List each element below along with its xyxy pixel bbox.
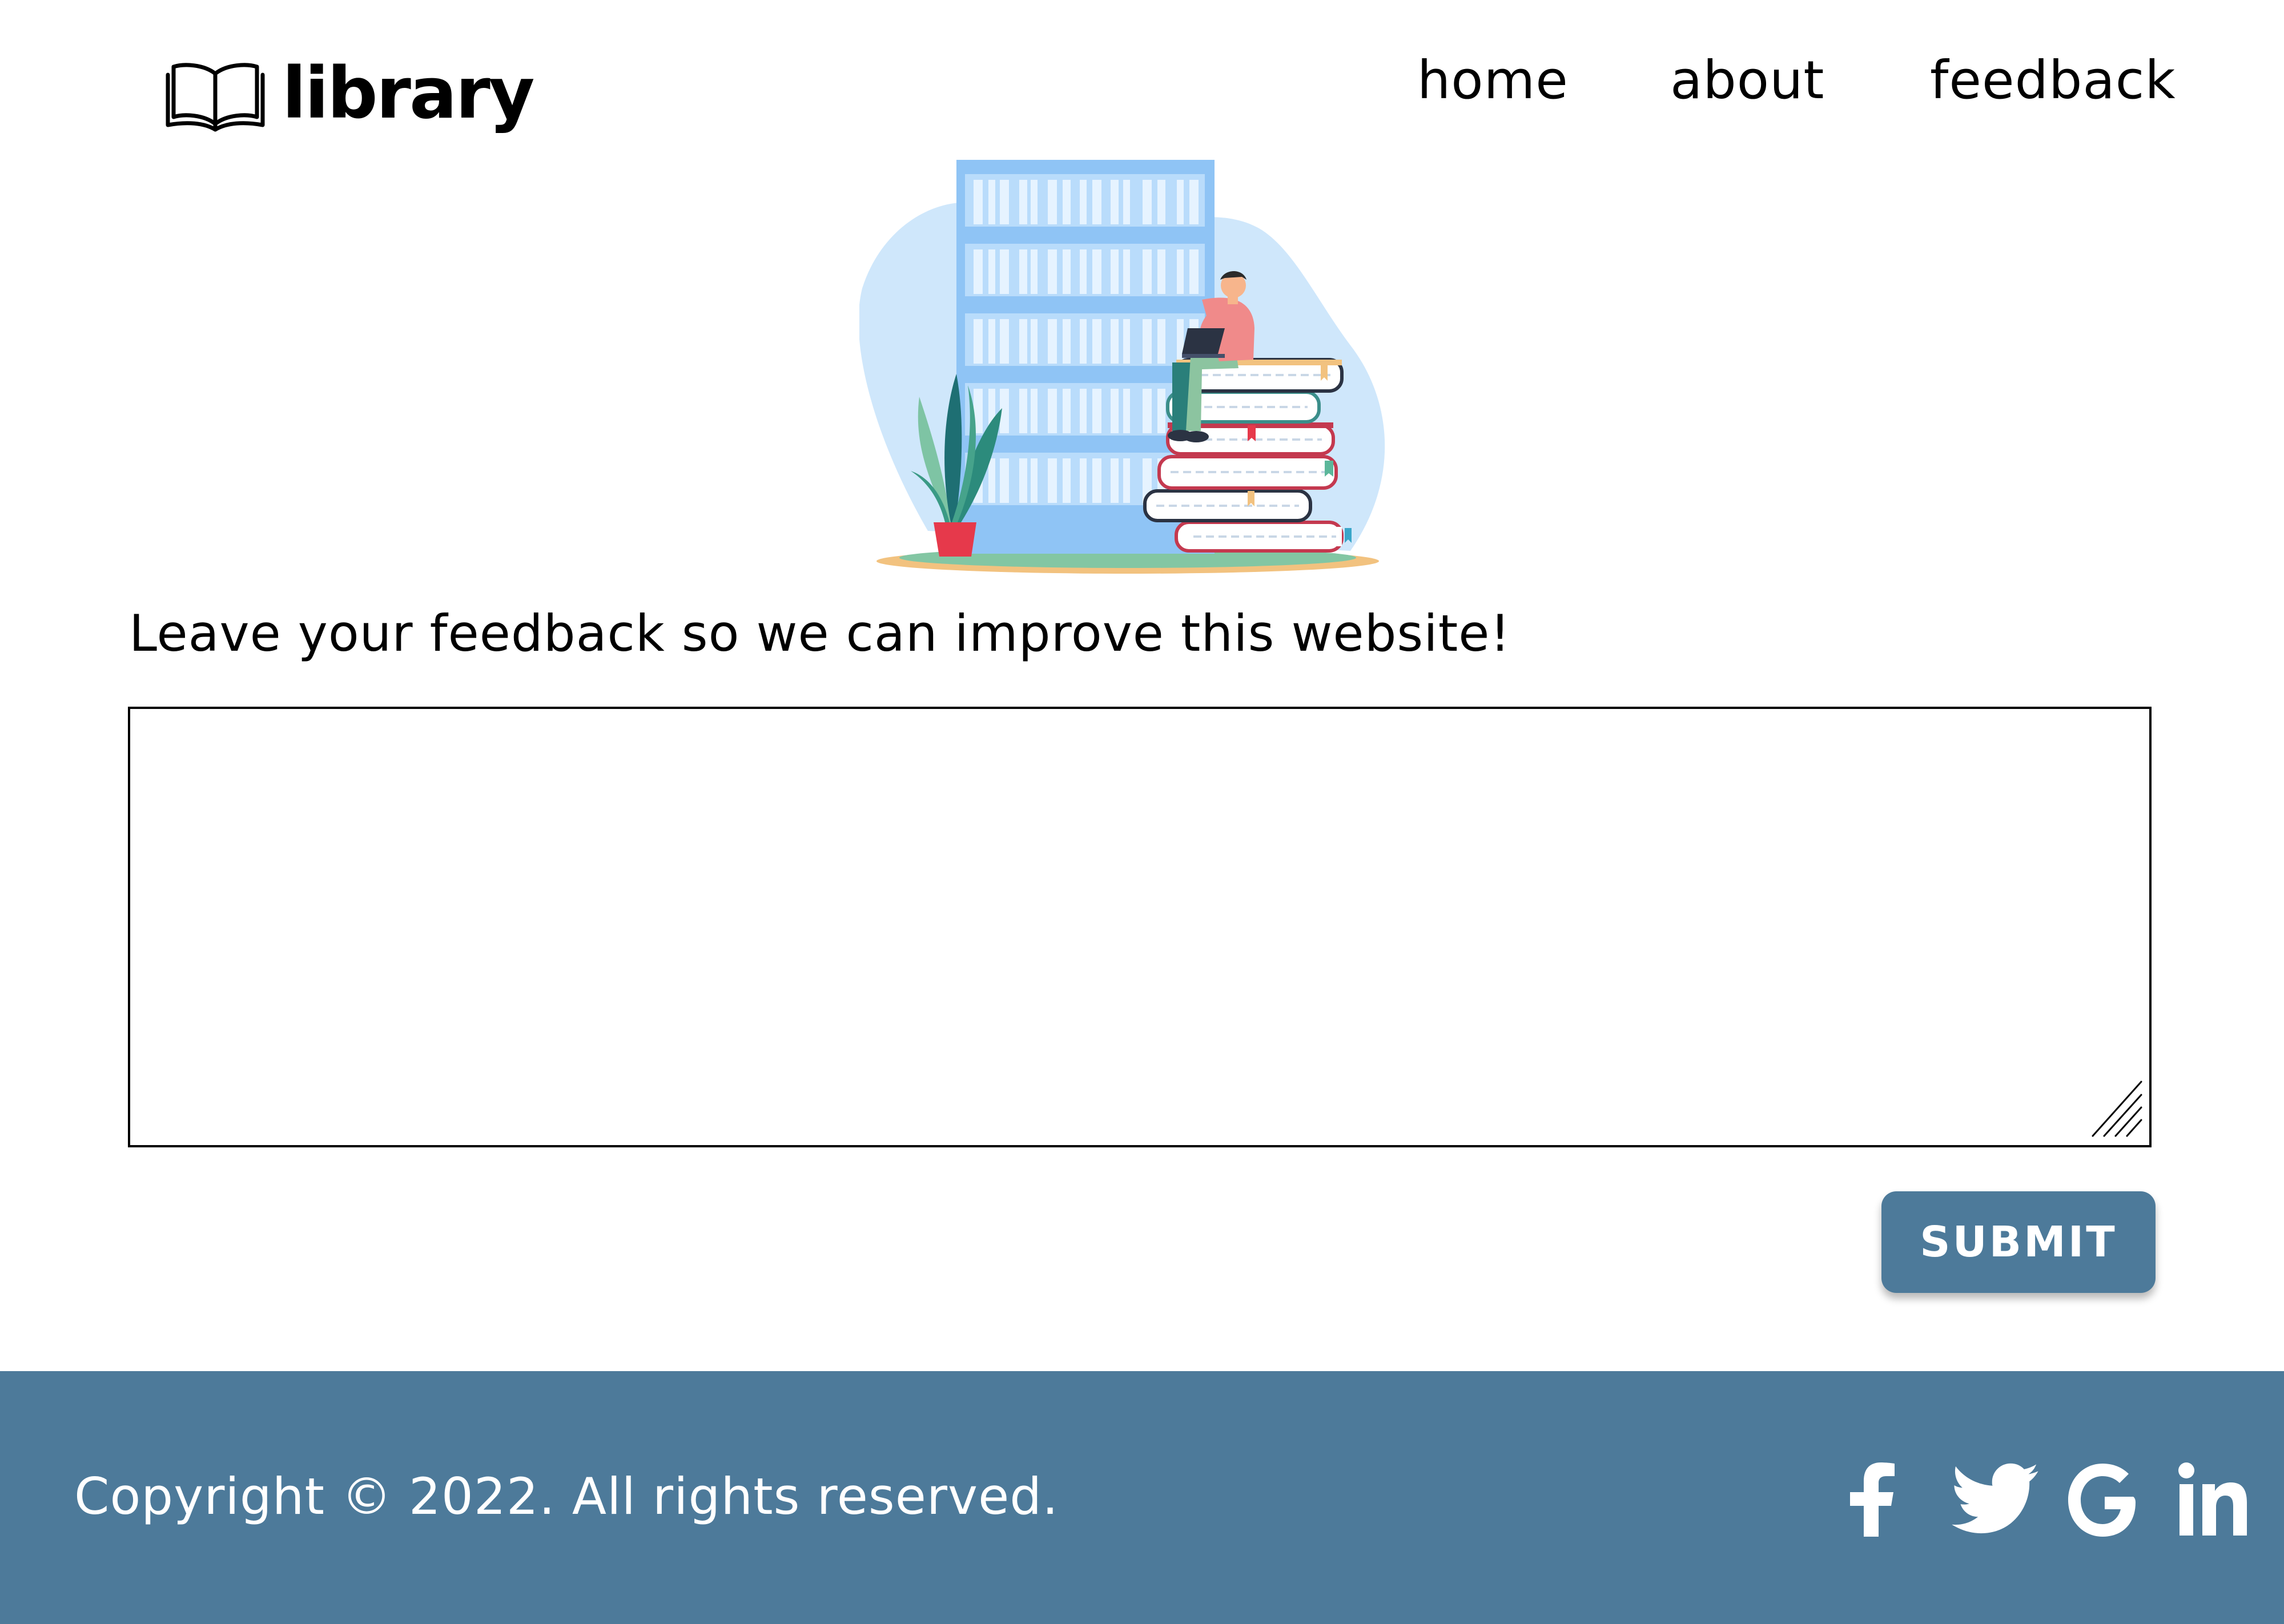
footer: Copyright © 2022. All rights reserved. bbox=[0, 1371, 2284, 1624]
nav-link-home[interactable]: home bbox=[1417, 49, 1569, 112]
resize-handle-icon[interactable] bbox=[2090, 1079, 2144, 1139]
nav-link-about[interactable]: about bbox=[1670, 49, 1824, 112]
twitter-icon[interactable] bbox=[1947, 1462, 2050, 1537]
nav-link-feedback[interactable]: feedback bbox=[1930, 49, 2176, 112]
google-icon[interactable] bbox=[2067, 1462, 2136, 1537]
feedback-prompt: Leave your feedback so we can improve th… bbox=[129, 604, 1511, 663]
submit-button[interactable]: SUBMIT bbox=[1881, 1191, 2156, 1293]
main-nav: home about feedback bbox=[0, 49, 2284, 112]
facebook-icon[interactable] bbox=[1845, 1462, 1897, 1537]
library-illustration bbox=[859, 160, 1385, 574]
linkedin-icon[interactable] bbox=[2178, 1462, 2247, 1537]
feedback-textarea[interactable] bbox=[128, 707, 2152, 1147]
copyright-text: Copyright © 2022. All rights reserved. bbox=[74, 1467, 1059, 1526]
